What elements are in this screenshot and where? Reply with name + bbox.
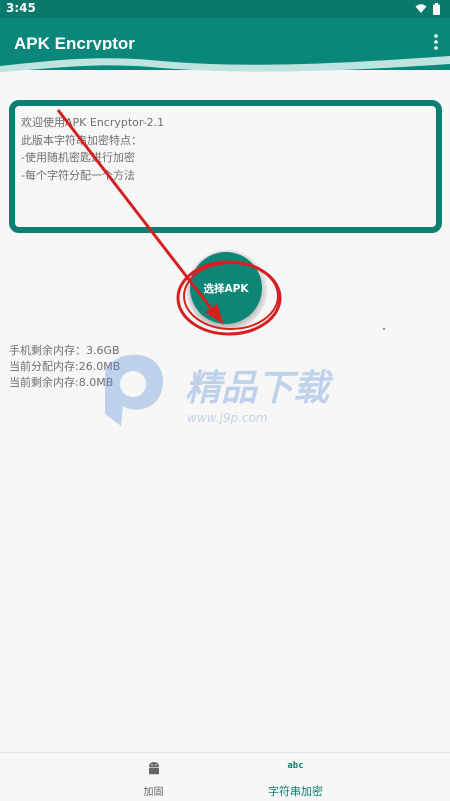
nav-item-string-encrypt[interactable]: abc 字符串加密 (183, 753, 408, 801)
battery-icon (433, 3, 440, 15)
info-text-box[interactable]: 欢迎使用APK Encryptor-2.1 此版本字符串加密特点： -使用随机密… (9, 100, 442, 233)
bottom-navigation: 加固 abc 字符串加密 (0, 752, 450, 801)
overflow-menu-icon[interactable] (434, 34, 438, 50)
wifi-icon (415, 4, 427, 13)
status-time: 3:45 (6, 1, 36, 15)
status-bar: 3:45 (0, 0, 450, 18)
status-icons (415, 3, 440, 15)
android-icon (148, 762, 159, 775)
app-bar-wave (0, 50, 450, 72)
watermark-brand: 精品下载 (185, 368, 334, 409)
divider-dot (383, 328, 385, 330)
watermark-url: www.j9p.com (187, 411, 268, 425)
watermark-logo: 精品下载 www.j9p.com (105, 354, 334, 426)
abc-icon: abc (287, 761, 304, 771)
nav-label-string-encrypt: 字符串加密 (268, 785, 323, 798)
info-text: 欢迎使用APK Encryptor-2.1 此版本字符串加密特点： -使用随机密… (21, 116, 165, 182)
annotation-ellipse (176, 260, 282, 336)
